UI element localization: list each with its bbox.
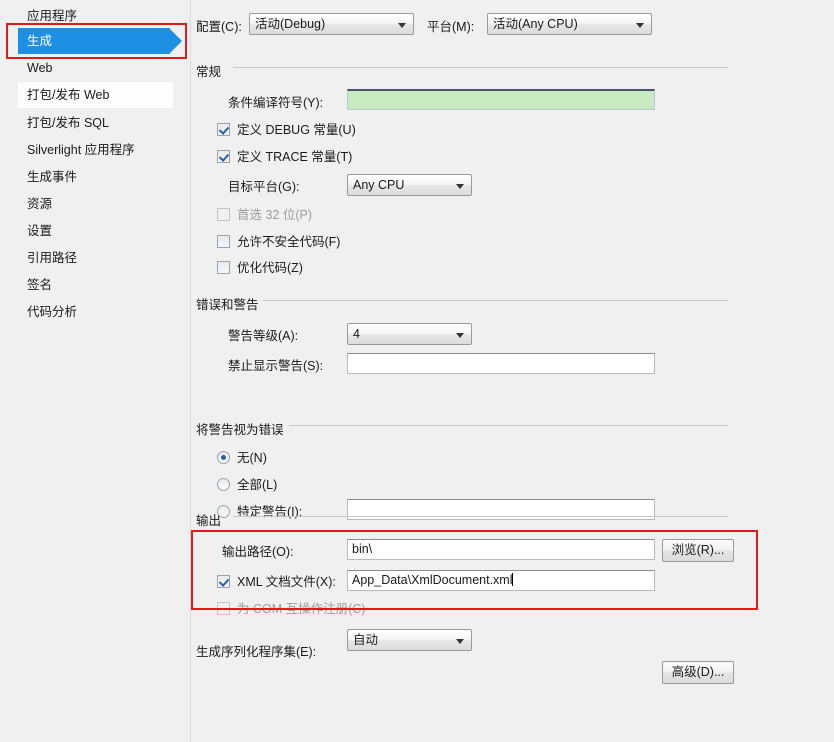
sidebar-item-label: 引用路径 — [27, 251, 78, 265]
output-group-title: 输出 — [196, 514, 222, 528]
sidebar-item-build-events[interactable]: 生成事件 — [18, 164, 173, 190]
sidebar-item-label: Silverlight 应用程序 — [27, 143, 135, 157]
allow-unsafe-code-checkbox[interactable] — [217, 235, 230, 248]
target-platform-dropdown[interactable]: Any CPU — [347, 174, 472, 196]
xml-documentation-input[interactable]: App_Data\XmlDocument.xml — [347, 570, 655, 591]
treat-warnings-group-rule — [289, 425, 728, 426]
advanced-button[interactable]: 高级(D)... — [662, 661, 734, 684]
settings-sidebar: 应用程序 生成 Web 打包/发布 Web 打包/发布 SQL Silverli… — [0, 0, 191, 742]
sidebar-item-label: 签名 — [27, 278, 53, 292]
define-debug-checkbox[interactable] — [217, 123, 230, 136]
platform-label: 平台(M): — [427, 20, 475, 34]
configuration-dropdown-value: 活动(Debug) — [255, 17, 326, 31]
configuration-label: 配置(C): — [196, 20, 242, 34]
serialization-assembly-label: 生成序列化程序集(E): — [196, 645, 317, 659]
define-debug-label: 定义 DEBUG 常量(U) — [237, 123, 356, 137]
errors-group-title: 错误和警告 — [196, 298, 259, 312]
sidebar-item-label: 打包/发布 Web — [27, 88, 110, 102]
output-path-label: 输出路径(O): — [222, 545, 294, 559]
chevron-down-icon — [456, 184, 464, 189]
sidebar-item-label: 应用程序 — [27, 9, 78, 23]
prefer-32bit-checkbox — [217, 208, 230, 221]
chevron-down-icon — [398, 23, 406, 28]
xml-documentation-value: App_Data\XmlDocument.xml — [352, 573, 513, 587]
output-path-input[interactable]: bin\ — [347, 539, 655, 560]
configuration-dropdown[interactable]: 活动(Debug) — [249, 13, 414, 35]
sidebar-item-label: 设置 — [27, 224, 53, 238]
optimize-code-checkbox[interactable] — [217, 261, 230, 274]
optimize-code-label: 优化代码(Z) — [237, 261, 303, 275]
sidebar-item-reference-paths[interactable]: 引用路径 — [18, 245, 173, 271]
serialization-assembly-dropdown[interactable]: 自动 — [347, 629, 472, 651]
target-platform-dropdown-value: Any CPU — [353, 178, 405, 192]
platform-dropdown[interactable]: 活动(Any CPU) — [487, 13, 652, 35]
sidebar-item-package-publish-sql[interactable]: 打包/发布 SQL — [18, 110, 173, 136]
com-interop-label: 为 COM 互操作注册(C) — [237, 602, 366, 616]
conditional-symbols-label: 条件编译符号(Y): — [228, 96, 324, 110]
platform-dropdown-value: 活动(Any CPU) — [493, 17, 578, 31]
target-platform-label: 目标平台(G): — [228, 180, 300, 194]
warning-level-dropdown[interactable]: 4 — [347, 323, 472, 345]
chevron-down-icon — [636, 23, 644, 28]
text-caret — [512, 573, 514, 586]
warning-level-dropdown-value: 4 — [353, 327, 360, 341]
sidebar-item-silverlight-application[interactable]: Silverlight 应用程序 — [18, 137, 173, 163]
sidebar-item-label: 生成 — [27, 34, 53, 48]
sidebar-item-label: Web — [27, 61, 53, 75]
sidebar-item-label: 打包/发布 SQL — [27, 116, 109, 130]
xml-documentation-label: XML 文档文件(X): — [237, 575, 336, 589]
treat-warnings-none-radio[interactable] — [217, 451, 230, 464]
prefer-32bit-label: 首选 32 位(P) — [237, 208, 313, 222]
errors-group-rule — [263, 300, 728, 301]
selection-arrow-icon — [169, 28, 182, 54]
treat-warnings-none-label: 无(N) — [237, 451, 267, 465]
sidebar-item-resources[interactable]: 资源 — [18, 191, 173, 217]
general-group-rule — [233, 67, 728, 68]
allow-unsafe-code-label: 允许不安全代码(F) — [237, 235, 341, 249]
suppress-warnings-label: 禁止显示警告(S): — [228, 359, 324, 373]
sidebar-item-application[interactable]: 应用程序 — [18, 3, 173, 29]
treat-warnings-all-radio[interactable] — [217, 478, 230, 491]
sidebar-item-signing[interactable]: 签名 — [18, 272, 173, 298]
chevron-down-icon — [456, 639, 464, 644]
sidebar-item-label: 代码分析 — [27, 305, 78, 319]
conditional-symbols-input[interactable] — [347, 89, 655, 110]
output-path-value: bin\ — [352, 542, 373, 556]
sidebar-item-settings[interactable]: 设置 — [18, 218, 173, 244]
sidebar-item-label: 生成事件 — [27, 170, 78, 184]
xml-documentation-checkbox[interactable] — [217, 575, 230, 588]
suppress-warnings-input[interactable] — [347, 353, 655, 374]
define-trace-label: 定义 TRACE 常量(T) — [237, 150, 353, 164]
build-settings-pane: 配置(C): 活动(Debug) 平台(M): 活动(Any CPU) 常规 条… — [191, 0, 834, 742]
treat-warnings-group-title: 将警告视为错误 — [196, 423, 284, 437]
general-group-title: 常规 — [196, 65, 222, 79]
sidebar-item-label: 资源 — [27, 197, 53, 211]
sidebar-item-code-analysis[interactable]: 代码分析 — [18, 299, 173, 325]
define-trace-checkbox[interactable] — [217, 150, 230, 163]
sidebar-item-web[interactable]: Web — [18, 55, 173, 81]
treat-warnings-specific-label: 特定警告(I): — [237, 505, 303, 519]
browse-button[interactable]: 浏览(R)... — [662, 539, 734, 562]
serialization-assembly-value: 自动 — [353, 633, 379, 647]
treat-warnings-all-label: 全部(L) — [237, 478, 278, 492]
sidebar-item-package-publish-web[interactable]: 打包/发布 Web — [18, 82, 173, 108]
warning-level-label: 警告等级(A): — [228, 329, 299, 343]
com-interop-checkbox — [217, 602, 230, 615]
sidebar-item-build[interactable]: 生成 — [18, 28, 182, 54]
output-group-rule — [233, 516, 728, 517]
chevron-down-icon — [456, 333, 464, 338]
